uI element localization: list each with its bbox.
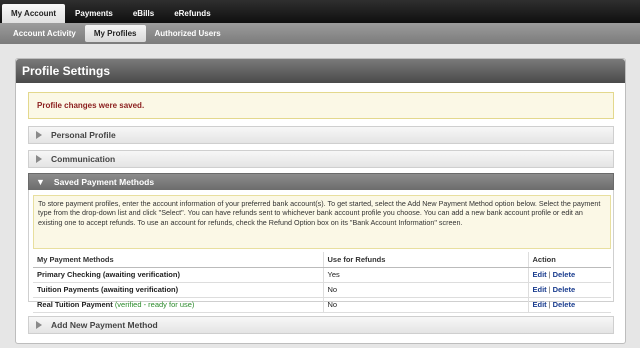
use-for-refunds-value: Yes bbox=[322, 267, 528, 283]
sub-navigation: Account Activity My Profiles Authorized … bbox=[0, 23, 640, 44]
delete-link[interactable]: Delete bbox=[553, 270, 576, 279]
payment-methods-instructions: To store payment profiles, enter the acc… bbox=[33, 195, 611, 249]
payment-method-cell: Real Tuition Payment (verified - ready f… bbox=[33, 297, 323, 313]
saved-payment-methods-body: To store payment profiles, enter the acc… bbox=[28, 190, 614, 313]
section-label: Add New Payment Method bbox=[51, 320, 158, 330]
column-header: Action bbox=[527, 252, 611, 268]
tab-authorized-users[interactable]: Authorized Users bbox=[146, 25, 230, 42]
edit-link[interactable]: Edit bbox=[533, 285, 547, 294]
table-row: Tuition Payments (awaiting verification)… bbox=[33, 282, 611, 298]
tab-account-activity[interactable]: Account Activity bbox=[4, 25, 85, 42]
table-header-row: My Payment Methods Use for Refunds Actio… bbox=[33, 252, 611, 268]
section-add-new-payment-method[interactable]: Add New Payment Method bbox=[28, 316, 614, 334]
table-row: Real Tuition Payment (verified - ready f… bbox=[33, 297, 611, 313]
edit-link[interactable]: Edit bbox=[533, 300, 547, 309]
top-navigation: My Account Payments eBills eRefunds bbox=[0, 0, 640, 23]
column-header: My Payment Methods bbox=[33, 252, 323, 268]
section-saved-payment-methods[interactable]: ▼ Saved Payment Methods bbox=[28, 173, 614, 191]
profile-settings-panel: Profile Settings Profile changes were sa… bbox=[15, 58, 626, 344]
payment-method-name: Real Tuition Payment bbox=[37, 300, 113, 309]
tab-payments[interactable]: Payments bbox=[65, 4, 123, 23]
payment-method-name: Primary Checking (awaiting verification) bbox=[33, 267, 323, 283]
chevron-right-icon bbox=[36, 131, 42, 139]
success-message: Profile changes were saved. bbox=[28, 92, 614, 119]
use-for-refunds-value: No bbox=[322, 297, 528, 313]
row-actions: Edit | Delete bbox=[527, 267, 611, 283]
payment-method-name: Tuition Payments (awaiting verification) bbox=[33, 282, 323, 298]
tab-my-account[interactable]: My Account bbox=[2, 4, 66, 23]
row-actions: Edit | Delete bbox=[527, 282, 611, 298]
section-communication[interactable]: Communication bbox=[28, 150, 614, 168]
tab-ebills[interactable]: eBills bbox=[123, 4, 164, 23]
row-actions: Edit | Delete bbox=[527, 297, 611, 313]
tab-my-profiles[interactable]: My Profiles bbox=[84, 25, 146, 42]
delete-link[interactable]: Delete bbox=[553, 285, 576, 294]
table-row: Primary Checking (awaiting verification)… bbox=[33, 267, 611, 283]
payment-methods-table: My Payment Methods Use for Refunds Actio… bbox=[33, 252, 611, 313]
chevron-right-icon bbox=[36, 321, 42, 329]
tab-erefunds[interactable]: eRefunds bbox=[164, 4, 220, 23]
section-label: Personal Profile bbox=[51, 130, 116, 140]
use-for-refunds-value: No bbox=[322, 282, 528, 298]
edit-link[interactable]: Edit bbox=[533, 270, 547, 279]
chevron-down-icon: ▼ bbox=[36, 176, 45, 187]
chevron-right-icon bbox=[36, 155, 42, 163]
section-label: Saved Payment Methods bbox=[53, 177, 155, 187]
section-label: Communication bbox=[51, 154, 116, 164]
verification-status: (verified - ready for use) bbox=[114, 300, 195, 309]
page-title: Profile Settings bbox=[16, 59, 625, 83]
section-personal-profile[interactable]: Personal Profile bbox=[28, 126, 614, 144]
delete-link[interactable]: Delete bbox=[553, 300, 576, 309]
column-header: Use for Refunds bbox=[322, 252, 528, 268]
